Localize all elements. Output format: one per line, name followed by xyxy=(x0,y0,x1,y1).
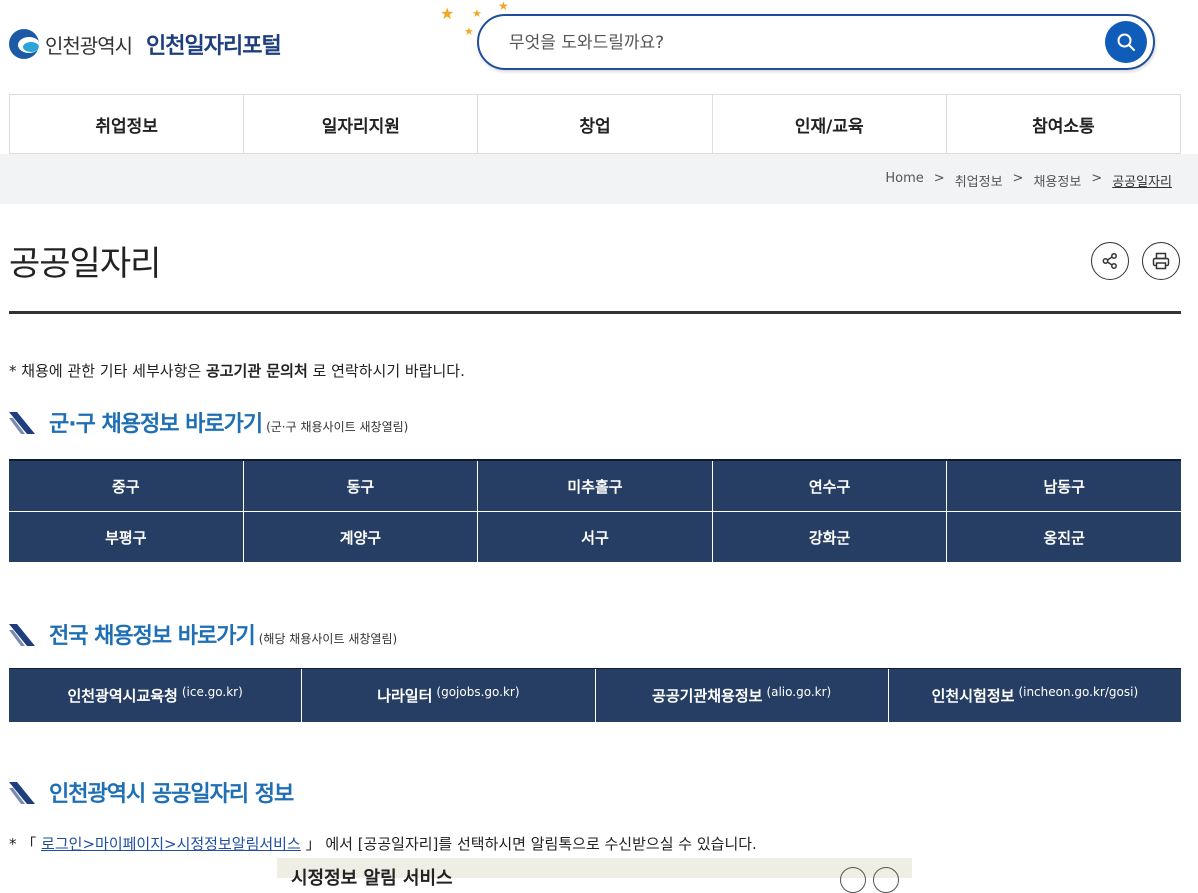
district-link-yeonsu[interactable]: 연수구 xyxy=(712,461,948,512)
breadcrumb-separator: > xyxy=(933,171,945,186)
breadcrumb-separator: > xyxy=(1012,171,1024,186)
notification-service-preview: 시정정보 알림 서비스 xyxy=(277,858,912,893)
contact-note-emphasis: 공고기관 문의처 xyxy=(205,362,308,380)
nav-item-startup[interactable]: 창업 xyxy=(477,95,711,153)
site-logo[interactable]: 인천광역시 인천일자리포털 xyxy=(9,28,282,60)
section-marker-icon xyxy=(9,412,35,434)
page-title: 공공일자리 xyxy=(9,244,161,284)
site-header: 인천광역시 인천일자리포털 ★ ★ ★ ★ xyxy=(0,0,1198,94)
search-box xyxy=(477,14,1155,70)
national-section-subtitle: (해당 채용사이트 새창열림) xyxy=(258,632,398,646)
national-link-label: 나라일터 xyxy=(377,687,433,705)
nav-item-talent-education[interactable]: 인재/교육 xyxy=(711,95,946,153)
national-link-domain: (ice.go.kr) xyxy=(181,684,243,699)
national-link-incheon-exam[interactable]: 인천시험정보 (incheon.go.kr/gosi) xyxy=(888,669,1181,723)
preview-title: 시정정보 알림 서비스 xyxy=(291,868,453,889)
breadcrumb-separator: > xyxy=(1091,171,1103,186)
incheon-section-title: 인천광역시 공공일자리 정보 xyxy=(49,782,294,807)
nav-item-employment[interactable]: 취업정보 xyxy=(9,95,243,153)
national-section-title: 전국 채용정보 바로가기 xyxy=(49,624,256,649)
national-link-domain: (alio.go.kr) xyxy=(766,684,832,699)
preview-circle-icon xyxy=(840,867,866,893)
share-button[interactable] xyxy=(1091,242,1129,280)
national-link-domain: (gojobs.go.kr) xyxy=(436,684,520,699)
district-link-namdong[interactable]: 남동구 xyxy=(947,461,1181,512)
breadcrumb-employment[interactable]: 취업정보 xyxy=(955,171,1003,190)
print-button[interactable] xyxy=(1142,242,1180,280)
district-link-grid: 중구 동구 미추홀구 연수구 남동구 부평구 계양구 서구 강화군 옹진군 xyxy=(9,459,1181,563)
nav-item-participation[interactable]: 참여소통 xyxy=(945,95,1182,153)
search-icon xyxy=(1117,33,1135,51)
contact-note-suffix: 로 연락하시기 바랍니다. xyxy=(307,362,465,380)
share-icon xyxy=(1102,253,1117,269)
district-link-ongjin[interactable]: 옹진군 xyxy=(947,512,1181,563)
district-link-gyeyang[interactable]: 계양구 xyxy=(243,512,479,563)
breadcrumb-current[interactable]: 공공일자리 xyxy=(1112,171,1172,190)
section-marker-icon xyxy=(9,624,35,646)
breadcrumb-recruitment[interactable]: 채용정보 xyxy=(1033,171,1081,190)
national-link-label: 공공기관채용정보 xyxy=(652,687,763,705)
national-link-label: 인천시험정보 xyxy=(931,687,1015,705)
contact-note-prefix: * 채용에 관한 기타 세부사항은 xyxy=(9,362,206,380)
district-link-junggu[interactable]: 중구 xyxy=(9,461,244,512)
search-button[interactable] xyxy=(1105,21,1147,63)
district-section-heading: 군·구 채용정보 바로가기 (군·구 채용사이트 새창열림) xyxy=(9,406,408,438)
national-link-incheon-education[interactable]: 인천광역시교육청 (ice.go.kr) xyxy=(9,669,303,723)
city-name: 인천광역시 xyxy=(45,33,133,58)
contact-note: * 채용에 관한 기타 세부사항은 공고기관 문의처 로 연락하시기 바랍니다. xyxy=(9,360,465,381)
national-link-narailteo[interactable]: 나라일터 (gojobs.go.kr) xyxy=(302,669,596,723)
notification-note-prefix: * 「 xyxy=(9,835,42,853)
district-link-ganghwa[interactable]: 강화군 xyxy=(712,512,948,563)
breadcrumb-bar: Home > 취업정보 > 채용정보 > 공공일자리 xyxy=(0,154,1198,204)
incheon-logo-icon xyxy=(9,29,39,59)
national-link-domain: (incheon.go.kr/gosi) xyxy=(1018,684,1139,699)
district-link-row: 부평구 계양구 서구 강화군 옹진군 xyxy=(9,512,1181,563)
district-section-title: 군·구 채용정보 바로가기 xyxy=(49,412,263,437)
notification-note: * 「 로그인>마이페이지>시정정보알림서비스 」 에서 [공공일자리]를 선택… xyxy=(9,833,757,854)
breadcrumb: Home > 취업정보 > 채용정보 > 공공일자리 xyxy=(885,171,1172,190)
preview-circle-icon xyxy=(873,867,899,893)
section-marker-icon xyxy=(9,782,35,804)
notification-note-suffix: 」 에서 [공공일자리]를 선택하시면 알림톡으로 수신받으실 수 있습니다. xyxy=(300,835,757,853)
portal-name[interactable]: 인천일자리포털 xyxy=(146,28,282,60)
district-link-michuhol[interactable]: 미추홀구 xyxy=(478,461,713,512)
district-link-seogu[interactable]: 서구 xyxy=(478,512,713,563)
notification-service-link[interactable]: 로그인>마이페이지>시정정보알림서비스 xyxy=(41,835,301,853)
district-link-row: 중구 동구 미추홀구 연수구 남동구 xyxy=(9,461,1181,512)
national-link-grid: 인천광역시교육청 (ice.go.kr) 나라일터 (gojobs.go.kr) 공… xyxy=(9,668,1181,723)
title-divider xyxy=(9,311,1181,314)
national-link-label: 인천광역시교육청 xyxy=(67,687,178,705)
main-nav: 취업정보 일자리지원 창업 인재/교육 참여소통 xyxy=(9,94,1182,154)
nav-item-job-support[interactable]: 일자리지원 xyxy=(243,95,477,153)
print-icon xyxy=(1152,252,1170,270)
search-input[interactable] xyxy=(507,28,1091,58)
breadcrumb-home[interactable]: Home xyxy=(885,171,923,190)
incheon-section-heading: 인천광역시 공공일자리 정보 xyxy=(9,776,294,808)
national-link-alio[interactable]: 공공기관채용정보 (alio.go.kr) xyxy=(595,669,889,723)
district-link-bupyeong[interactable]: 부평구 xyxy=(9,512,244,563)
district-section-subtitle: (군·구 채용사이트 새창열림) xyxy=(266,420,409,434)
district-link-donggu[interactable]: 동구 xyxy=(243,461,479,512)
national-section-heading: 전국 채용정보 바로가기 (해당 채용사이트 새창열림) xyxy=(9,618,397,650)
